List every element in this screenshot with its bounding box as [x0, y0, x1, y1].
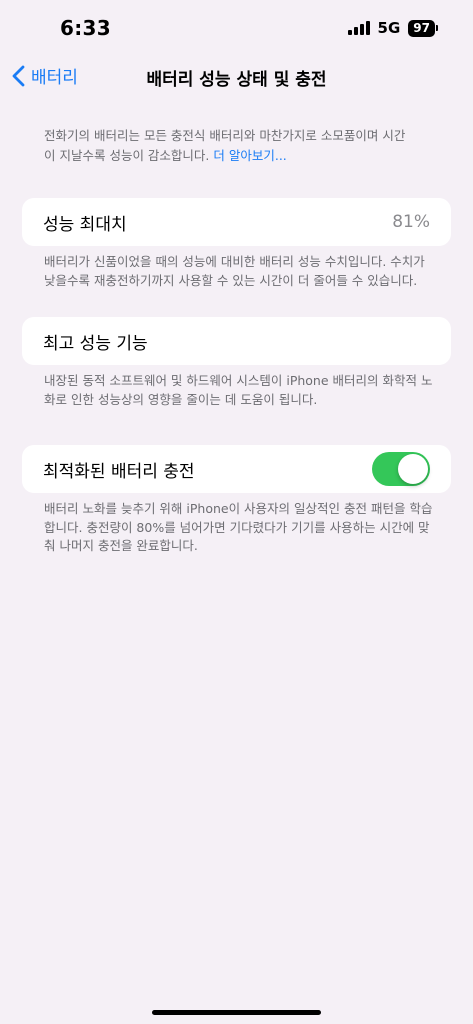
- optimized-charging-row: 최적화된 배터리 충전: [22, 445, 451, 493]
- battery-icon: 97: [408, 19, 438, 37]
- page-title: 배터리 성능 상태 및 충전: [146, 70, 327, 90]
- optimized-charging-toggle[interactable]: [372, 452, 430, 486]
- peak-performance-label: 최고 성능 기능: [43, 333, 148, 354]
- status-time: 6:33: [60, 16, 111, 40]
- optimized-charging-label: 최적화된 배터리 충전: [43, 461, 195, 482]
- settings-content: 전화기의 배터리는 모든 충전식 배터리와 마찬가지로 소모품이며 시간이 지날…: [22, 126, 451, 556]
- peak-performance-row[interactable]: 최고 성능 기능: [22, 317, 451, 365]
- status-indicators: 5G 97: [347, 19, 438, 37]
- max-capacity-label: 성능 최대치: [43, 214, 127, 235]
- toggle-knob: [398, 454, 428, 484]
- optimized-charging-footer: 배터리 노화를 늦추기 위해 iPhone이 사용자의 일상적인 충전 패턴을 …: [44, 501, 433, 553]
- intro-text: 전화기의 배터리는 모든 충전식 배터리와 마찬가지로 소모품이며 시간이 지날…: [44, 126, 414, 166]
- home-indicator[interactable]: [152, 1010, 321, 1015]
- learn-more-link[interactable]: 더 알아보기...: [213, 148, 286, 163]
- status-bar: 6:33 5G 97: [0, 0, 473, 56]
- max-capacity-value: 81%: [392, 212, 430, 232]
- max-capacity-row: 성능 최대치 81%: [22, 198, 451, 246]
- max-capacity-footer: 배터리가 신품이었을 때의 성능에 대비한 배터리 성능 수치입니다. 수치가 …: [44, 254, 425, 288]
- network-type: 5G: [377, 19, 401, 37]
- peak-performance-footer: 내장된 동적 소프트웨어 및 하드웨어 시스템이 iPhone 배터리의 화학적…: [44, 373, 433, 407]
- navigation-bar: 배터리 배터리 성능 상태 및 충전: [0, 56, 473, 96]
- cellular-signal-icon: [347, 21, 370, 35]
